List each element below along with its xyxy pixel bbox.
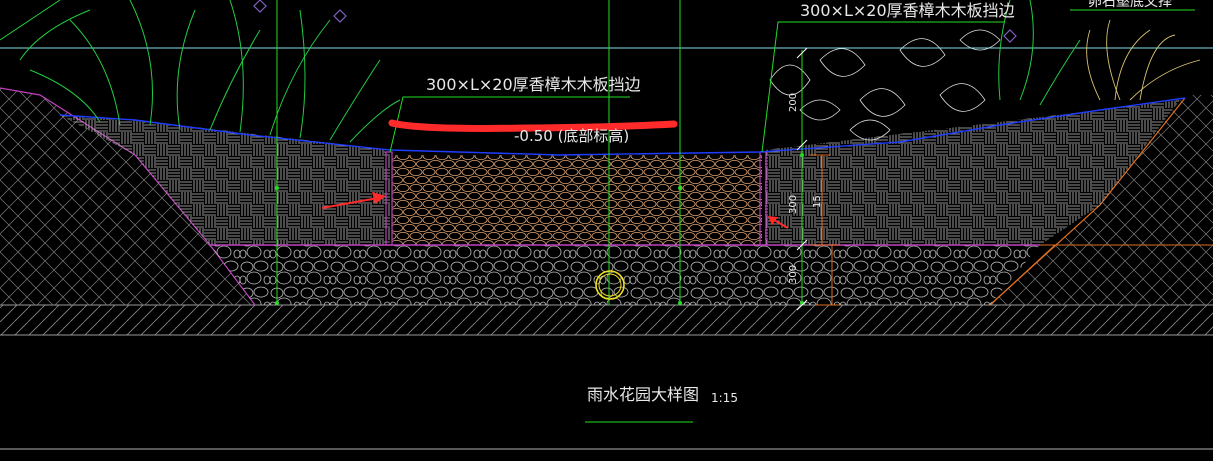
cad-drawing-canvas: 300×L×20厚香樟木木板挡边 300×L×20厚香樟木木板挡边 卵石壑底文择… (0, 0, 1213, 450)
pebble-bed (392, 155, 762, 245)
gravel-drainage-layer (210, 244, 1040, 305)
drawing-scale: 1:15 (711, 391, 738, 405)
plants-right (769, 29, 1001, 141)
drawing-title: 雨水花园大样图 (587, 385, 699, 404)
label-timber-edge-center: 300×L×20厚香樟木木板挡边 (426, 75, 641, 94)
dim-15: 15 (812, 195, 823, 208)
dim-300-upper: 300 (788, 195, 799, 214)
label-timber-edge-right: 300×L×20厚香樟木木板挡边 (800, 1, 1015, 20)
grasses-right (1086, 19, 1201, 101)
label-elevation: -0.50 (底部标高) (514, 127, 629, 145)
base-soil-strip (0, 304, 1213, 336)
dim-200: 200 (788, 93, 799, 112)
dim-300-lower: 300 (788, 265, 799, 284)
label-pebble-partial: 卵石壑底文择 (1088, 0, 1172, 10)
